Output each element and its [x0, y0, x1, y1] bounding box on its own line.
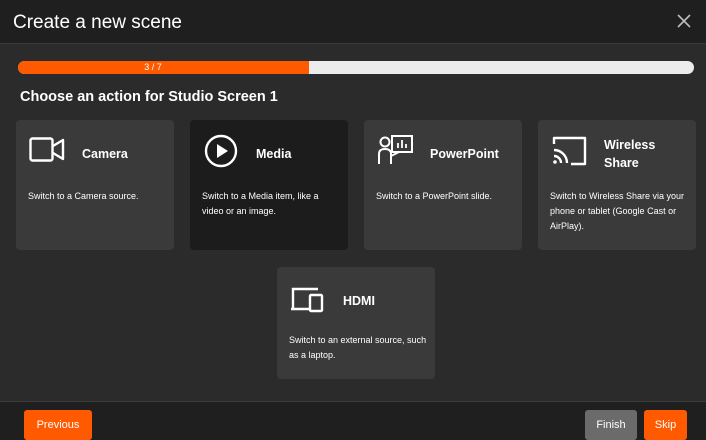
- previous-button[interactable]: Previous: [24, 410, 92, 440]
- create-scene-dialog: Create a new scene 3 / 7 Choose an actio…: [0, 0, 706, 440]
- wireless-share-card[interactable]: Wireless Share Switch to Wireless Share …: [538, 120, 696, 250]
- page-heading: Choose an action for Studio Screen 1: [20, 89, 278, 105]
- dialog-title: Create a new scene: [13, 12, 182, 33]
- play-icon: [204, 134, 238, 168]
- camera-card[interactable]: Camera Switch to a Camera source.: [16, 120, 174, 250]
- card-name: PowerPoint: [430, 147, 499, 161]
- card-description: Switch to a PowerPoint slide.: [376, 191, 493, 201]
- progress-label: 3 / 7: [144, 62, 162, 72]
- cast-icon: [552, 136, 587, 166]
- card-name: Camera: [82, 147, 128, 161]
- close-icon[interactable]: [676, 13, 692, 29]
- devices-icon: [291, 287, 324, 313]
- powerpoint-card[interactable]: PowerPoint Switch to a PowerPoint slide.: [364, 120, 522, 250]
- card-description: Switch to a Media item, like a video or …: [202, 191, 319, 216]
- card-name: HDMI: [343, 294, 375, 308]
- progress-bar: 3 / 7: [18, 61, 694, 74]
- skip-button[interactable]: Skip: [644, 410, 687, 440]
- camera-icon: [29, 137, 65, 162]
- hdmi-card[interactable]: HDMI Switch to an external source, such …: [277, 267, 435, 379]
- card-description: Switch to an external source, such as a …: [289, 335, 427, 360]
- card-description: Switch to Wireless Share via your phone …: [550, 191, 685, 231]
- presenter-icon: [378, 135, 413, 164]
- card-name: Wireless Share: [604, 138, 656, 170]
- card-name: Media: [256, 147, 292, 161]
- card-description: Switch to a Camera source.: [28, 191, 139, 201]
- dialog-footer: Previous Finish Skip: [0, 401, 706, 440]
- title-bar: Create a new scene: [0, 0, 706, 44]
- finish-button[interactable]: Finish: [585, 410, 637, 440]
- media-card[interactable]: Media Switch to a Media item, like a vid…: [190, 120, 348, 250]
